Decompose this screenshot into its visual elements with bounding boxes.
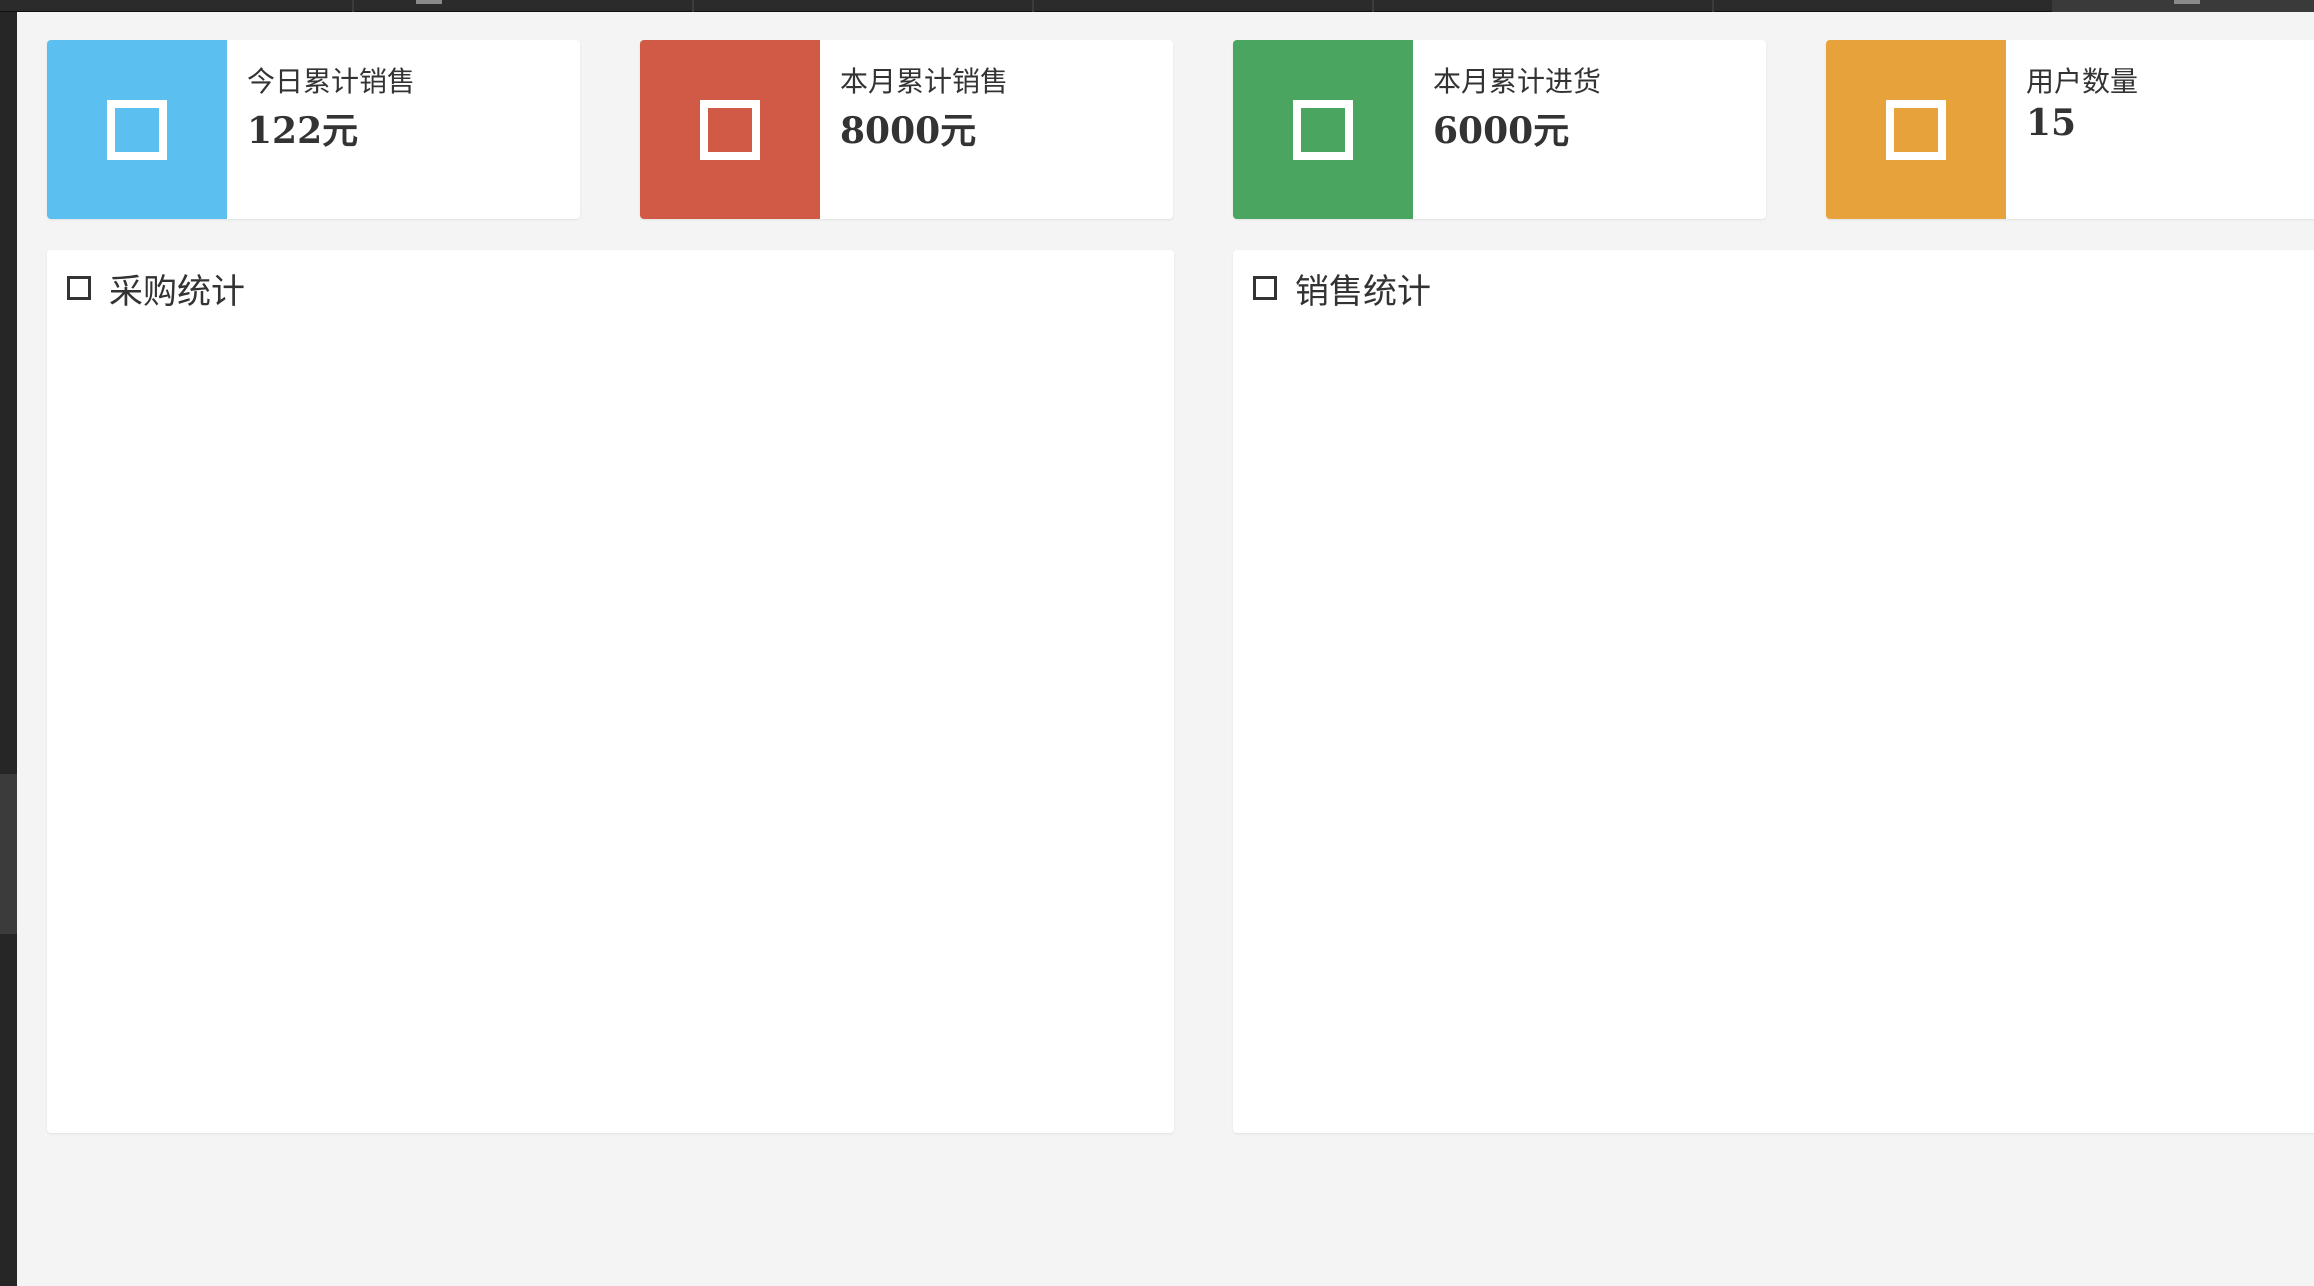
square-icon — [700, 99, 760, 160]
square-icon — [1253, 276, 1277, 300]
tab-divider — [1372, 0, 1374, 12]
stat-label: 本月累计进货 — [1433, 65, 1602, 98]
stat-card-user-count: 用户数量 15 — [1826, 40, 2314, 219]
tab-divider — [352, 0, 354, 12]
stat-icon-box — [47, 40, 227, 219]
panel-title: 采购统计 — [109, 271, 245, 312]
tab-divider — [692, 0, 694, 12]
stat-card-today-sales: 今日累计销售 122元 — [47, 40, 580, 219]
stat-value: 8000元 — [840, 110, 977, 152]
stat-label: 本月累计销售 — [840, 65, 1009, 98]
stat-value: 122元 — [247, 110, 359, 152]
panel-purchase-stats: 采购统计 — [47, 250, 1174, 1133]
square-icon — [1293, 99, 1353, 160]
scrollbar-thumb[interactable] — [0, 774, 17, 934]
stat-icon-box — [1233, 40, 1413, 219]
tab-icon — [2174, 0, 2200, 4]
stat-icon-box — [1826, 40, 2006, 219]
stat-label: 用户数量 — [2026, 65, 2139, 98]
stat-value: 15 — [2026, 102, 2077, 144]
panel-title: 销售统计 — [1295, 271, 1431, 312]
stat-value: 6000元 — [1433, 110, 1570, 152]
square-icon — [1886, 99, 1946, 160]
panel-sales-stats: 销售统计 — [1233, 250, 2314, 1133]
stat-label: 今日累计销售 — [247, 65, 416, 98]
tab-divider — [1712, 0, 1714, 12]
stat-card-month-sales: 本月累计销售 8000元 — [640, 40, 1173, 219]
square-icon — [107, 99, 167, 160]
square-icon — [67, 276, 91, 300]
panel-header: 销售统计 — [1253, 264, 1431, 312]
top-bar — [0, 0, 2314, 12]
left-gutter — [0, 12, 17, 1286]
dashboard-content: 今日累计销售 122元 本月累计销售 8000元 本月累计进货 6000元 用户… — [17, 12, 2314, 1286]
panel-header: 采购统计 — [67, 264, 245, 312]
stat-card-month-purchase: 本月累计进货 6000元 — [1233, 40, 1766, 219]
tab-icon — [416, 0, 442, 4]
tab-divider — [1032, 0, 1034, 12]
stat-icon-box — [640, 40, 820, 219]
